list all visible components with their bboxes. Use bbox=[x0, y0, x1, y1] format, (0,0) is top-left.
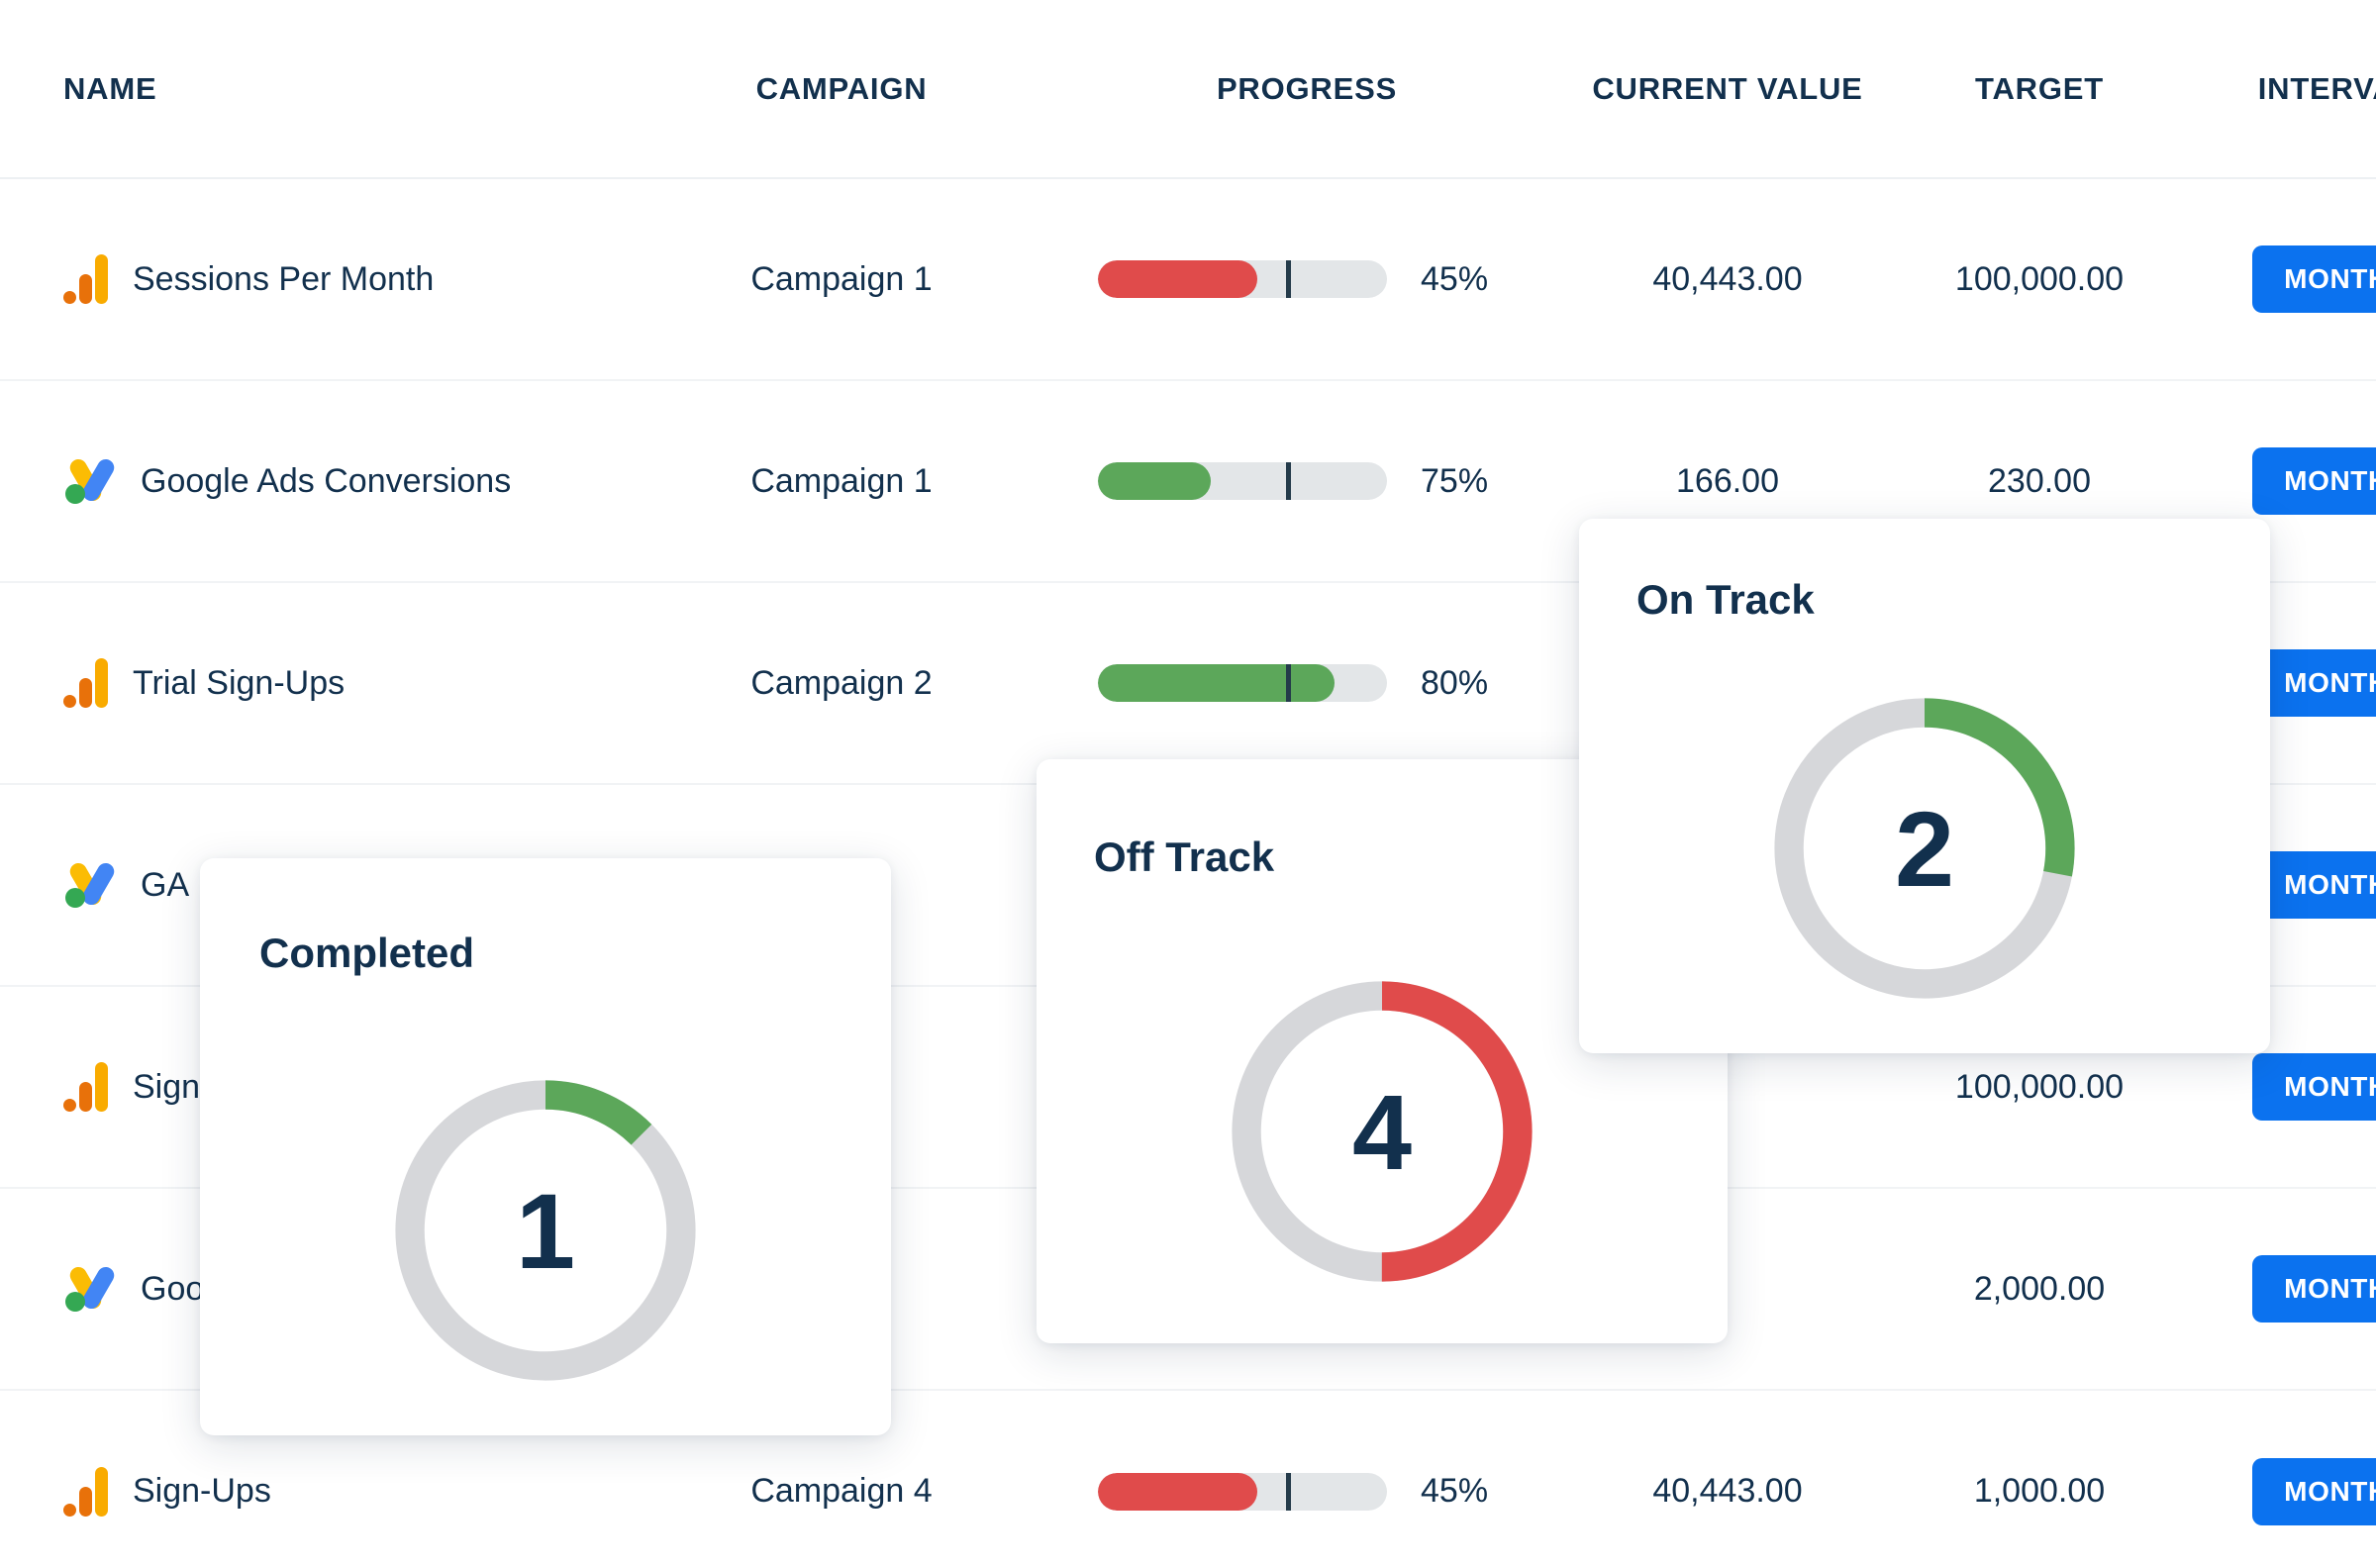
interval-button[interactable]: MONTH bbox=[2252, 447, 2376, 515]
progress-target-tick bbox=[1285, 260, 1291, 298]
progress-percent: 45% bbox=[1421, 1472, 1489, 1510]
metric-name: Sessions Per Month bbox=[133, 259, 435, 298]
google-analytics-icon bbox=[63, 1466, 108, 1517]
cell-target: 100,000.00 bbox=[1891, 178, 2188, 381]
progress-bar-fill bbox=[1098, 664, 1336, 702]
cell-progress: 45% bbox=[1049, 1390, 1564, 1568]
google-analytics-icon bbox=[63, 254, 108, 304]
google-ads-icon bbox=[63, 1263, 118, 1314]
cell-progress: 80% bbox=[1049, 582, 1564, 785]
cell-interval: MONTH bbox=[2188, 1188, 2376, 1391]
table-header-row: NAME CAMPAIGN PROGRESS CURRENT VALUE TAR… bbox=[0, 0, 2376, 179]
progress-target-tick bbox=[1285, 462, 1291, 500]
progress-bar bbox=[1098, 260, 1387, 298]
interval-button[interactable]: MONTH bbox=[2252, 1457, 2376, 1525]
google-ads-icon bbox=[63, 859, 118, 910]
status-card-value: 4 bbox=[1351, 1071, 1413, 1192]
completed-donut-chart: 1 bbox=[384, 1069, 707, 1392]
on-track-donut-chart: 2 bbox=[1763, 687, 2086, 1010]
cell-campaign: Campaign 2 bbox=[634, 582, 1049, 785]
progress-bar-fill bbox=[1098, 260, 1257, 298]
interval-button[interactable]: MONTH bbox=[2252, 851, 2376, 919]
progress-bar bbox=[1098, 664, 1387, 702]
interval-button[interactable]: MONTH bbox=[2252, 1255, 2376, 1323]
progress-percent: 80% bbox=[1421, 663, 1489, 702]
progress-bar-fill bbox=[1098, 1472, 1257, 1511]
status-card-title: Completed bbox=[259, 930, 475, 976]
google-ads-icon bbox=[63, 455, 118, 506]
column-header-current-value[interactable]: CURRENT VALUE bbox=[1564, 0, 1891, 179]
column-header-target[interactable]: TARGET bbox=[1891, 0, 2188, 179]
progress-bar bbox=[1098, 462, 1387, 500]
interval-button[interactable]: MONTH bbox=[2252, 1053, 2376, 1121]
status-card-completed[interactable]: Completed 1 bbox=[200, 858, 891, 1435]
metric-name: Sign-Ups bbox=[133, 1472, 271, 1510]
progress-bar-fill bbox=[1098, 462, 1211, 500]
cell-current-value: 40,443.00 bbox=[1652, 1472, 1803, 1510]
column-header-progress[interactable]: PROGRESS bbox=[1049, 0, 1564, 179]
status-card-title: On Track bbox=[1636, 576, 1815, 623]
cell-progress: 45% bbox=[1049, 178, 1564, 381]
progress-bar bbox=[1098, 1472, 1387, 1511]
google-analytics-icon bbox=[63, 1062, 108, 1112]
metric-name: Google Ads Conversions bbox=[141, 461, 512, 500]
metric-name: Goo bbox=[141, 1269, 205, 1308]
column-header-campaign[interactable]: CAMPAIGN bbox=[634, 0, 1049, 179]
cell-name: Sessions Per Month bbox=[0, 178, 634, 381]
status-card-title: Off Track bbox=[1094, 833, 1275, 880]
cell-target: 2,000.00 bbox=[1891, 1188, 2188, 1391]
status-card-value: 1 bbox=[515, 1170, 576, 1291]
cell-target: 1,000.00 bbox=[1973, 1472, 2106, 1510]
cell-name: Google Ads Conversions bbox=[0, 380, 634, 583]
cell-interval: MONTH bbox=[2188, 178, 2376, 381]
metric-name: Sign bbox=[133, 1067, 201, 1106]
goal-dashboard: NAME CAMPAIGN PROGRESS CURRENT VALUE TAR… bbox=[0, 0, 2376, 1568]
cell-campaign: Campaign 1 bbox=[634, 380, 1049, 583]
table-row[interactable]: Sessions Per Month Campaign 1 45% 40,443.00… bbox=[0, 178, 2376, 381]
metric-name: Trial Sign-Ups bbox=[133, 663, 346, 702]
progress-target-tick bbox=[1285, 1472, 1291, 1511]
cell-current-value: 40,443.00 bbox=[1564, 178, 1891, 381]
metric-name: GA bbox=[141, 865, 190, 904]
cell-campaign: Campaign 1 bbox=[634, 178, 1049, 381]
google-analytics-icon bbox=[63, 658, 108, 708]
cell-interval: MONTH bbox=[2188, 1390, 2376, 1568]
status-card-on-track[interactable]: On Track 2 bbox=[1579, 519, 2270, 1053]
progress-target-tick bbox=[1285, 664, 1291, 702]
column-header-name[interactable]: NAME bbox=[0, 0, 634, 179]
interval-button[interactable]: MONTH bbox=[2252, 649, 2376, 717]
status-card-value: 2 bbox=[1894, 788, 1955, 909]
progress-percent: 45% bbox=[1421, 259, 1489, 298]
table-header: NAME CAMPAIGN PROGRESS CURRENT VALUE TAR… bbox=[0, 0, 2376, 179]
cell-progress: 75% bbox=[1049, 380, 1564, 583]
interval-button[interactable]: MONTH bbox=[2252, 245, 2376, 313]
off-track-donut-chart: 4 bbox=[1221, 970, 1543, 1293]
column-header-interval[interactable]: INTERVAL bbox=[2188, 0, 2376, 179]
cell-name: Trial Sign-Ups bbox=[0, 582, 634, 785]
progress-percent: 75% bbox=[1421, 461, 1489, 500]
